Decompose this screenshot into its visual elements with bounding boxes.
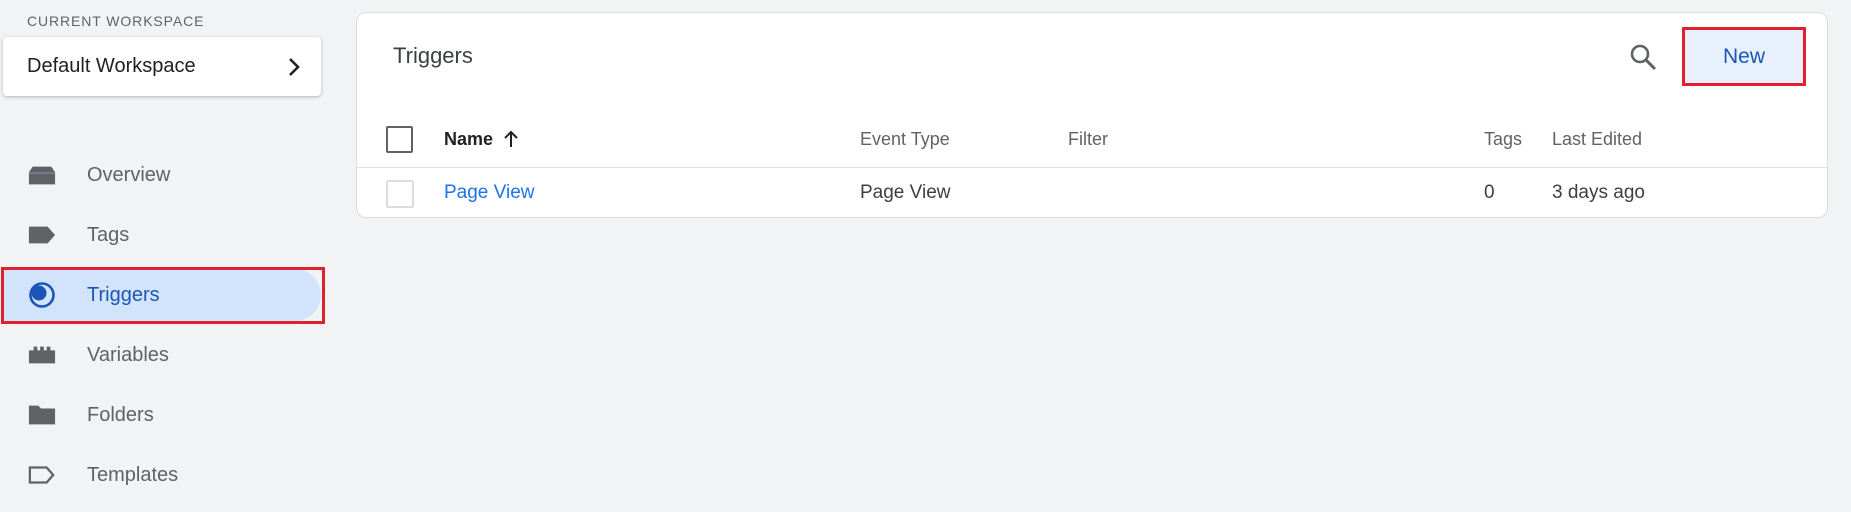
sidebar-item-label: Tags xyxy=(87,223,130,246)
sidebar-item-templates[interactable]: Templates xyxy=(0,445,330,505)
table-row: Page View Page View 0 3 days ago xyxy=(357,168,1827,218)
variables-icon xyxy=(28,343,56,367)
trigger-tags-count: 0 xyxy=(1484,182,1495,203)
column-header-filter[interactable]: Filter xyxy=(1068,111,1108,167)
triggers-card: Triggers New Name Event Type Filter Tags… xyxy=(356,12,1828,218)
column-header-last-edited[interactable]: Last Edited xyxy=(1552,111,1642,167)
trigger-icon xyxy=(28,282,56,308)
sidebar-nav: Overview Tags Triggers Variables Folders… xyxy=(0,145,330,505)
sidebar-item-variables[interactable]: Variables xyxy=(0,325,330,385)
sidebar-item-label: Variables xyxy=(87,343,169,366)
sidebar-item-triggers[interactable]: Triggers xyxy=(0,265,330,325)
sidebar-item-folders[interactable]: Folders xyxy=(0,385,330,445)
sidebar: CURRENT WORKSPACE Default Workspace Over… xyxy=(0,0,330,512)
sort-arrow-up-icon xyxy=(503,130,519,148)
row-checkbox[interactable] xyxy=(386,180,414,208)
trigger-last-edited: 3 days ago xyxy=(1552,182,1645,203)
sidebar-item-label: Overview xyxy=(87,163,171,186)
column-header-tags[interactable]: Tags xyxy=(1484,111,1522,167)
search-icon xyxy=(1630,44,1657,71)
sidebar-item-label: Triggers xyxy=(87,283,160,306)
sidebar-item-overview[interactable]: Overview xyxy=(0,145,330,205)
page-title: Triggers xyxy=(393,43,473,68)
sidebar-item-tags[interactable]: Tags xyxy=(0,205,330,265)
column-header-label: Name xyxy=(444,128,494,149)
template-icon xyxy=(28,463,56,487)
new-trigger-button[interactable]: New xyxy=(1682,27,1806,86)
table-header: Name Event Type Filter Tags Last Edited xyxy=(357,111,1827,168)
column-header-event-type[interactable]: Event Type xyxy=(860,111,950,167)
trigger-event-type: Page View xyxy=(860,182,951,203)
sidebar-item-label: Templates xyxy=(87,463,179,486)
select-all-checkbox[interactable] xyxy=(386,126,413,153)
current-workspace-label: CURRENT WORKSPACE xyxy=(27,13,205,29)
column-header-name[interactable]: Name xyxy=(444,111,519,167)
sidebar-item-label: Folders xyxy=(87,403,154,426)
workspace-selector[interactable]: Default Workspace xyxy=(3,37,321,96)
tag-icon xyxy=(28,223,56,247)
folder-icon xyxy=(28,403,56,427)
trigger-name-link[interactable]: Page View xyxy=(444,168,535,218)
search-button[interactable] xyxy=(1625,39,1661,75)
workspace-name: Default Workspace xyxy=(27,55,196,77)
overview-icon xyxy=(28,163,56,187)
chevron-right-icon xyxy=(287,57,301,77)
